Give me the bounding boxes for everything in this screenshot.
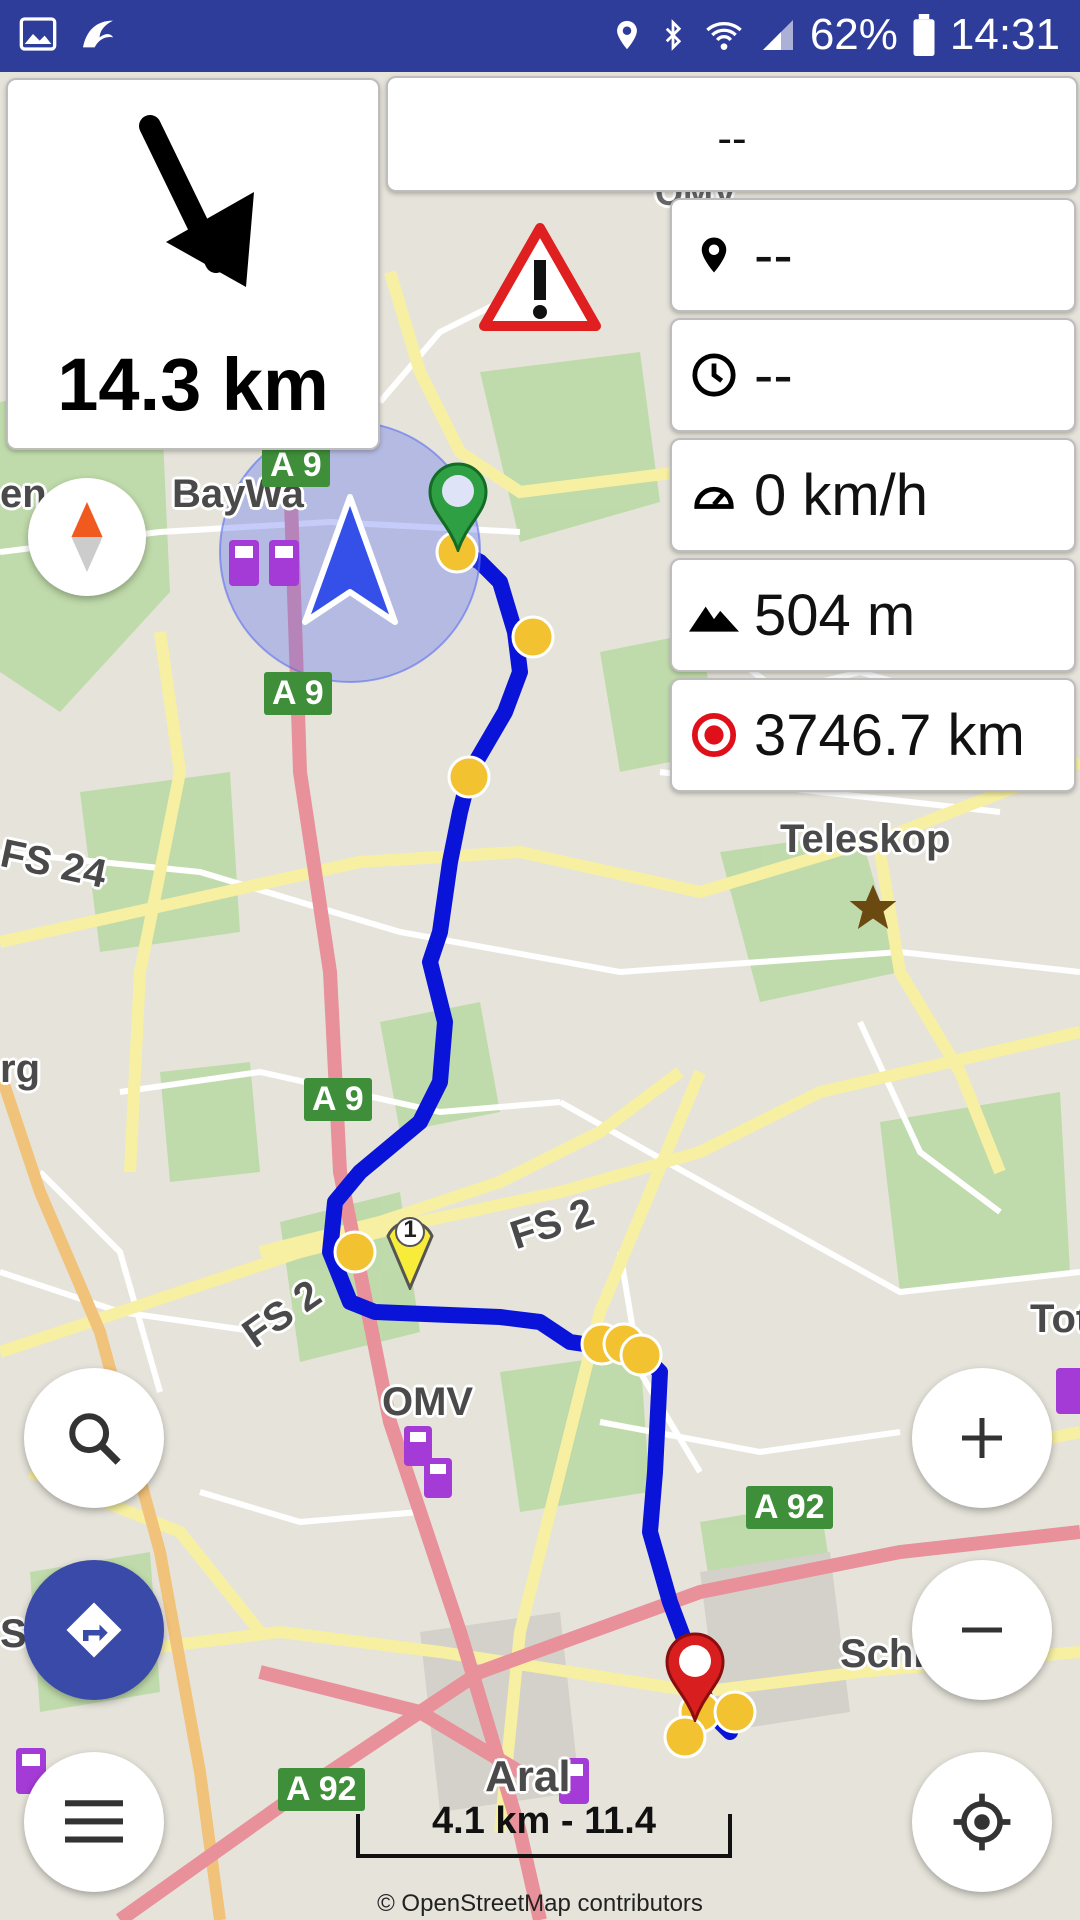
status-bar: 62% 14:31	[0, 0, 1080, 72]
motorway-shield: A 92	[278, 1768, 365, 1811]
motorway-shield: A 9	[264, 672, 332, 715]
place-label: rg	[0, 1047, 40, 1091]
altitude-value: 504 m	[754, 582, 916, 648]
poi-label-aral: Aral	[485, 1752, 571, 1801]
record-icon	[686, 707, 742, 763]
battery-icon	[913, 14, 935, 56]
directions-icon	[66, 1602, 122, 1658]
waypoint-dot	[511, 615, 555, 659]
wifi-icon	[706, 22, 742, 50]
map-attribution[interactable]: © OpenStreetMap contributors	[0, 1890, 1080, 1918]
fuel-station-icon[interactable]	[400, 1422, 460, 1502]
waypoint-dot	[333, 1230, 377, 1274]
motorway-shield: A 92	[746, 1486, 833, 1529]
altitude-panel[interactable]: 504 m	[670, 558, 1076, 672]
warning-icon[interactable]	[478, 222, 602, 332]
recorded-distance-value: 3746.7 km	[754, 702, 1025, 768]
motorway-shield: A 9	[262, 444, 330, 487]
next-turn-panel[interactable]: 14.3 km	[6, 78, 380, 450]
location-pin-icon	[686, 227, 742, 283]
battery-percent: 62%	[809, 10, 898, 59]
speed-panel[interactable]: 0 km/h	[670, 438, 1076, 552]
menu-icon	[65, 1800, 123, 1843]
speed-value: 0 km/h	[754, 462, 929, 528]
motorway-shield: A 9	[304, 1078, 372, 1121]
poi-label-omv: OMV	[382, 1380, 474, 1424]
image-icon	[19, 17, 57, 51]
star-icon[interactable]	[845, 880, 901, 936]
fuel-station-icon[interactable]	[225, 532, 315, 592]
destination-panel[interactable]: --	[670, 198, 1076, 312]
start-marker-icon[interactable]	[428, 462, 488, 552]
recording-panel[interactable]: 3746.7 km	[670, 678, 1076, 792]
bluetooth-icon	[665, 19, 682, 51]
waypoint-number: 1	[403, 1216, 417, 1243]
my-location-button[interactable]	[912, 1752, 1052, 1892]
arrow-down-right-icon	[139, 115, 254, 287]
waypoint-dot	[447, 755, 491, 799]
compass-button[interactable]	[28, 478, 146, 596]
zoom-out-button[interactable]	[912, 1560, 1052, 1700]
poi-label-teleskop: Teleskop	[780, 817, 951, 861]
time-panel[interactable]: --	[670, 318, 1076, 432]
clock-icon	[686, 347, 742, 403]
street-name-panel[interactable]: --	[386, 76, 1078, 192]
search-button[interactable]	[24, 1368, 164, 1508]
fuel-station-icon[interactable]	[1052, 1364, 1080, 1420]
distance-to-turn: 14.3 km	[57, 343, 329, 426]
waypoint-dot	[619, 1333, 663, 1377]
minus-icon	[962, 1627, 1002, 1633]
destination-value: --	[754, 222, 793, 288]
zoom-in-button[interactable]	[912, 1368, 1052, 1508]
street-name: --	[717, 114, 747, 163]
search-icon	[69, 1413, 121, 1465]
place-label: Tot	[1030, 1297, 1080, 1341]
menu-button[interactable]	[24, 1752, 164, 1892]
speedometer-icon	[686, 467, 742, 523]
app-icon	[83, 20, 113, 48]
crosshair-icon	[953, 1793, 1011, 1851]
signal-icon	[762, 20, 793, 50]
scale-bar: 4.1 km - 11.4	[356, 1800, 732, 1858]
scale-label: 4.1 km - 11.4	[432, 1800, 656, 1842]
location-icon	[616, 20, 637, 50]
numbered-waypoint-marker[interactable]: 1	[382, 1206, 438, 1290]
waypoint-dot	[663, 1715, 707, 1759]
plus-icon	[962, 1418, 1002, 1458]
directions-button[interactable]	[24, 1560, 164, 1700]
time-value: --	[754, 342, 793, 408]
end-marker-icon[interactable]	[665, 1632, 725, 1722]
mountain-icon	[686, 587, 742, 643]
clock: 14:31	[949, 10, 1060, 59]
compass-icon	[71, 502, 103, 572]
